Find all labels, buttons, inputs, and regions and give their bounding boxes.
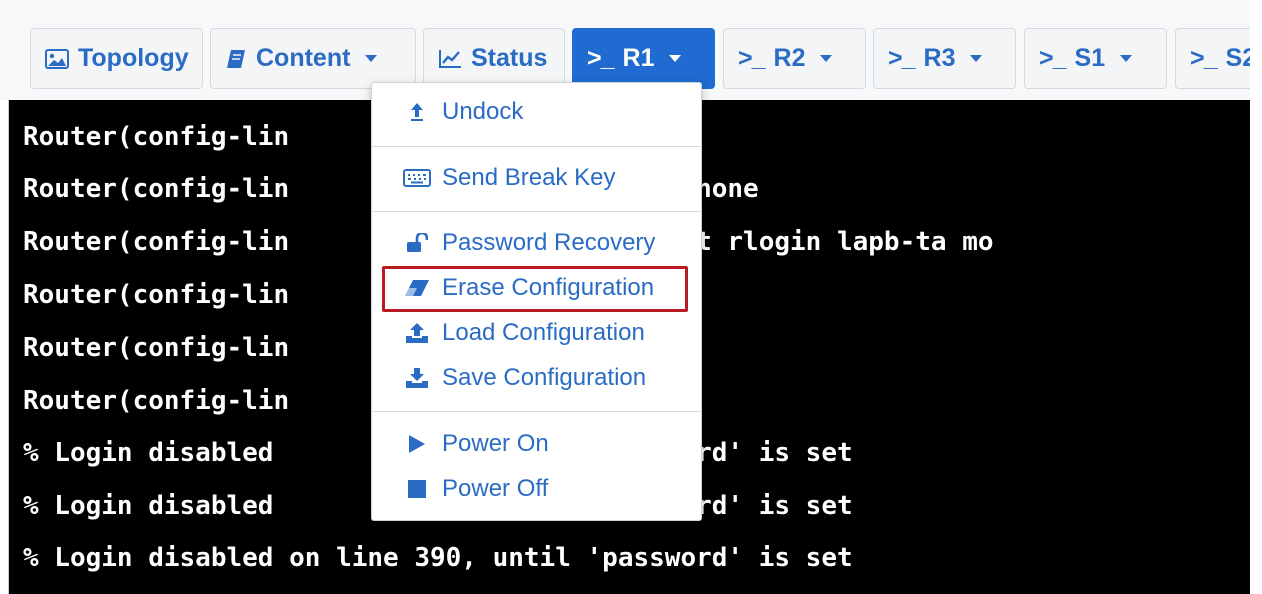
menu-item-label: Load Configuration [442, 319, 645, 346]
download-icon [402, 367, 432, 389]
menu-item-load-configuration[interactable]: Load Configuration [402, 313, 645, 353]
book-icon [225, 48, 247, 70]
terminal-icon: >_ [1190, 44, 1217, 72]
terminal-line: Router(config-lin [23, 333, 290, 363]
eraser-icon [402, 279, 432, 297]
menu-divider [372, 211, 701, 212]
chevron-down-icon [668, 54, 682, 63]
menu-item-power-on[interactable]: Power On [402, 424, 549, 464]
menu-divider [372, 411, 701, 412]
unlock-icon [402, 233, 432, 253]
keyboard-icon [402, 169, 432, 187]
terminal-icon: >_ [738, 44, 765, 72]
menu-item-label: Password Recovery [442, 229, 656, 256]
tab-label: S2 [1225, 44, 1250, 72]
tab-status[interactable]: Status [423, 28, 565, 89]
terminal-line: Router(config-lin [23, 122, 290, 152]
menu-item-label: Save Configuration [442, 364, 647, 391]
tab-r3[interactable]: >_ R3 [873, 28, 1016, 89]
tab-label: Content [256, 44, 351, 72]
menu-item-undock[interactable]: Undock [402, 92, 523, 132]
tab-r1[interactable]: >_ R1 [572, 28, 715, 89]
menu-item-save-configuration[interactable]: Save Configuration [402, 358, 646, 398]
play-icon [402, 434, 432, 454]
terminal-line: Router(config-lin [23, 386, 290, 416]
terminal-line: % Login disabled on line 390, until 'pas… [23, 543, 853, 573]
image-icon [45, 48, 69, 69]
terminal-icon: >_ [888, 44, 915, 72]
tab-label: R1 [622, 44, 655, 72]
tab-s1[interactable]: >_ S1 [1024, 28, 1167, 89]
menu-item-label: Undock [442, 98, 524, 125]
menu-item-power-off[interactable]: Power Off [402, 469, 548, 509]
menu-item-password-recovery[interactable]: Password Recovery [402, 223, 655, 263]
tab-label: Status [471, 44, 548, 72]
chart-line-icon [438, 49, 462, 69]
menu-divider [372, 146, 701, 147]
menu-item-label: Erase Configuration [442, 274, 655, 301]
chevron-down-icon [1119, 54, 1133, 63]
tab-r2[interactable]: >_ R2 [723, 28, 866, 89]
tab-label: S1 [1074, 44, 1106, 72]
menu-item-label: Power Off [442, 475, 549, 502]
chevron-down-icon [969, 54, 983, 63]
menu-item-label: Send Break Key [442, 164, 616, 191]
menu-item-label: Power On [442, 430, 549, 457]
chevron-down-icon [364, 54, 378, 63]
terminal-line: Router(config-lin [23, 280, 290, 310]
tab-topology[interactable]: Topology [30, 28, 203, 89]
tab-label: R3 [923, 44, 956, 72]
upload-arrow-icon [402, 102, 432, 122]
menu-item-send-break-key[interactable]: Send Break Key [402, 158, 615, 198]
stop-icon [402, 479, 432, 499]
chevron-down-icon [819, 54, 833, 63]
tab-label: Topology [78, 44, 189, 72]
upload-icon [402, 322, 432, 344]
tab-s2[interactable]: >_ S2 [1175, 28, 1250, 89]
terminal-icon: >_ [587, 44, 614, 72]
tab-label: R2 [773, 44, 806, 72]
frame-edge [0, 100, 9, 594]
menu-item-erase-configuration[interactable]: Erase Configuration [402, 268, 654, 308]
terminal-icon: >_ [1039, 44, 1066, 72]
tab-content[interactable]: Content [210, 28, 416, 89]
r1-dropdown-menu: Undock Send Break Key Password Recovery … [371, 82, 702, 521]
